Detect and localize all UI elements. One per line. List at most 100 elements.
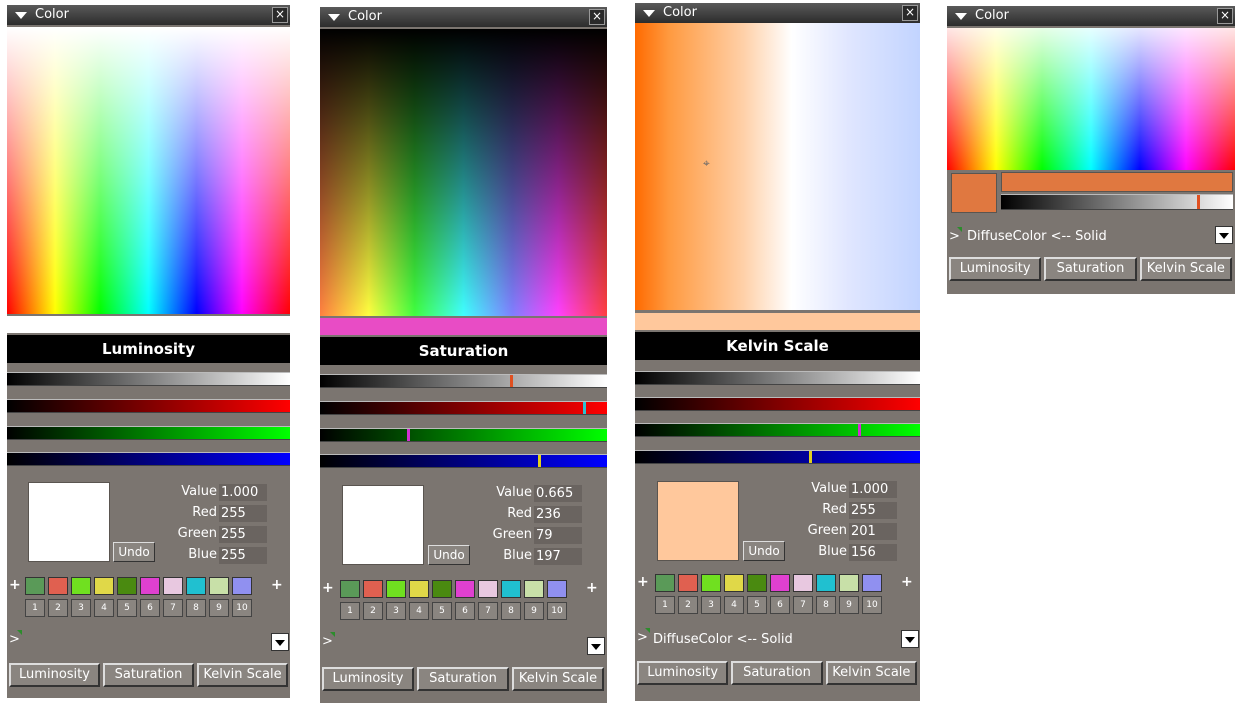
red-slider[interactable] xyxy=(7,399,290,413)
red-field[interactable]: 255 xyxy=(849,502,897,519)
palette-swatch[interactable] xyxy=(94,577,114,595)
value-slider[interactable] xyxy=(635,371,920,385)
expander-icon[interactable]: > xyxy=(9,630,22,647)
expander-icon[interactable]: > xyxy=(949,227,962,244)
palette-swatch[interactable] xyxy=(839,574,859,592)
title-bar[interactable]: Color × xyxy=(947,6,1235,26)
red-field[interactable]: 236 xyxy=(534,506,582,523)
blue-marker[interactable] xyxy=(809,451,812,463)
collapse-triangle-icon[interactable] xyxy=(15,12,27,19)
palette-swatch[interactable] xyxy=(524,580,544,598)
red-marker[interactable] xyxy=(583,402,586,414)
palette-swatch[interactable] xyxy=(501,580,521,598)
blue-field[interactable]: 156 xyxy=(849,544,897,561)
green-marker[interactable] xyxy=(407,429,410,441)
collapse-triangle-icon[interactable] xyxy=(328,14,340,21)
palette-number-button[interactable]: 4 xyxy=(724,596,744,614)
tab-luminosity[interactable]: Luminosity xyxy=(949,257,1042,281)
tab-kelvin-scale[interactable]: Kelvin Scale xyxy=(825,661,917,685)
undo-button[interactable]: Undo xyxy=(743,541,785,561)
collapse-triangle-icon[interactable] xyxy=(643,10,655,17)
tab-kelvin-scale[interactable]: Kelvin Scale xyxy=(197,663,288,687)
tab-saturation[interactable]: Saturation xyxy=(103,663,194,687)
palette-swatch[interactable] xyxy=(163,577,183,595)
add-left-icon[interactable]: + xyxy=(9,577,21,593)
palette-number-button[interactable]: 5 xyxy=(747,596,767,614)
palette-swatch[interactable] xyxy=(386,580,406,598)
palette-swatch[interactable] xyxy=(547,580,567,598)
tab-saturation[interactable]: Saturation xyxy=(1044,257,1137,281)
palette-swatch[interactable] xyxy=(770,574,790,592)
palette-swatch[interactable] xyxy=(655,574,675,592)
palette-swatch[interactable] xyxy=(232,577,252,595)
tab-luminosity[interactable]: Luminosity xyxy=(637,661,729,685)
collapse-triangle-icon[interactable] xyxy=(955,13,967,20)
red-field[interactable]: 255 xyxy=(219,505,267,522)
expander-icon[interactable]: > xyxy=(322,632,335,649)
color-field[interactable] xyxy=(7,27,290,314)
expander-icon[interactable]: > xyxy=(637,628,650,645)
close-icon[interactable]: × xyxy=(272,7,288,23)
palette-swatch[interactable] xyxy=(455,580,475,598)
close-icon[interactable]: × xyxy=(1217,8,1233,24)
palette-swatch[interactable] xyxy=(209,577,229,595)
close-icon[interactable]: × xyxy=(902,5,918,21)
palette-swatch[interactable] xyxy=(478,580,498,598)
value-field[interactable]: 1.000 xyxy=(849,481,897,498)
red-slider[interactable] xyxy=(635,397,920,411)
green-slider[interactable] xyxy=(635,423,920,437)
add-left-icon[interactable]: + xyxy=(322,580,334,596)
value-marker[interactable] xyxy=(510,375,513,387)
green-slider[interactable] xyxy=(320,428,607,442)
palette-number-button[interactable]: 6 xyxy=(770,596,790,614)
palette-number-button[interactable]: 8 xyxy=(186,599,206,617)
palette-number-button[interactable]: 6 xyxy=(455,602,475,620)
palette-number-button[interactable]: 2 xyxy=(678,596,698,614)
palette-swatch[interactable] xyxy=(747,574,767,592)
palette-number-button[interactable]: 4 xyxy=(94,599,114,617)
palette-number-button[interactable]: 3 xyxy=(386,602,406,620)
value-marker[interactable] xyxy=(1197,195,1200,209)
palette-number-button[interactable]: 8 xyxy=(816,596,836,614)
palette-number-button[interactable]: 2 xyxy=(363,602,383,620)
palette-number-button[interactable]: 1 xyxy=(25,599,45,617)
add-right-icon[interactable]: + xyxy=(901,574,913,590)
palette-swatch[interactable] xyxy=(48,577,68,595)
palette-number-button[interactable]: 2 xyxy=(48,599,68,617)
palette-number-button[interactable]: 6 xyxy=(140,599,160,617)
blue-field[interactable]: 255 xyxy=(219,547,267,564)
palette-number-button[interactable]: 7 xyxy=(163,599,183,617)
palette-number-button[interactable]: 9 xyxy=(209,599,229,617)
palette-swatch[interactable] xyxy=(71,577,91,595)
palette-number-button[interactable]: 10 xyxy=(547,602,567,620)
dropdown-button[interactable] xyxy=(587,637,605,655)
green-field[interactable]: 201 xyxy=(849,523,897,540)
value-slider[interactable] xyxy=(7,372,290,386)
palette-swatch[interactable] xyxy=(816,574,836,592)
add-right-icon[interactable]: + xyxy=(586,580,598,596)
blue-slider[interactable] xyxy=(7,452,290,466)
value-slider[interactable] xyxy=(1001,194,1233,210)
palette-number-button[interactable]: 5 xyxy=(432,602,452,620)
palette-number-button[interactable]: 9 xyxy=(839,596,859,614)
value-field[interactable]: 1.000 xyxy=(219,484,267,501)
title-bar[interactable]: Color × xyxy=(635,3,920,23)
palette-number-button[interactable]: 10 xyxy=(862,596,882,614)
blue-slider[interactable] xyxy=(320,454,607,468)
palette-number-button[interactable]: 1 xyxy=(655,596,675,614)
add-right-icon[interactable]: + xyxy=(271,577,283,593)
diffuse-color-link[interactable]: DiffuseColor <-- Solid xyxy=(967,229,1107,244)
palette-swatch[interactable] xyxy=(340,580,360,598)
palette-swatch[interactable] xyxy=(140,577,160,595)
palette-swatch[interactable] xyxy=(862,574,882,592)
color-field[interactable] xyxy=(947,28,1235,170)
add-left-icon[interactable]: + xyxy=(637,574,649,590)
green-marker[interactable] xyxy=(858,424,861,436)
title-bar[interactable]: Color × xyxy=(7,5,290,25)
close-icon[interactable]: × xyxy=(589,9,605,25)
value-field[interactable]: 0.665 xyxy=(534,485,582,502)
palette-swatch[interactable] xyxy=(793,574,813,592)
dropdown-button[interactable] xyxy=(271,633,289,651)
tab-saturation[interactable]: Saturation xyxy=(731,661,823,685)
palette-number-button[interactable]: 3 xyxy=(701,596,721,614)
